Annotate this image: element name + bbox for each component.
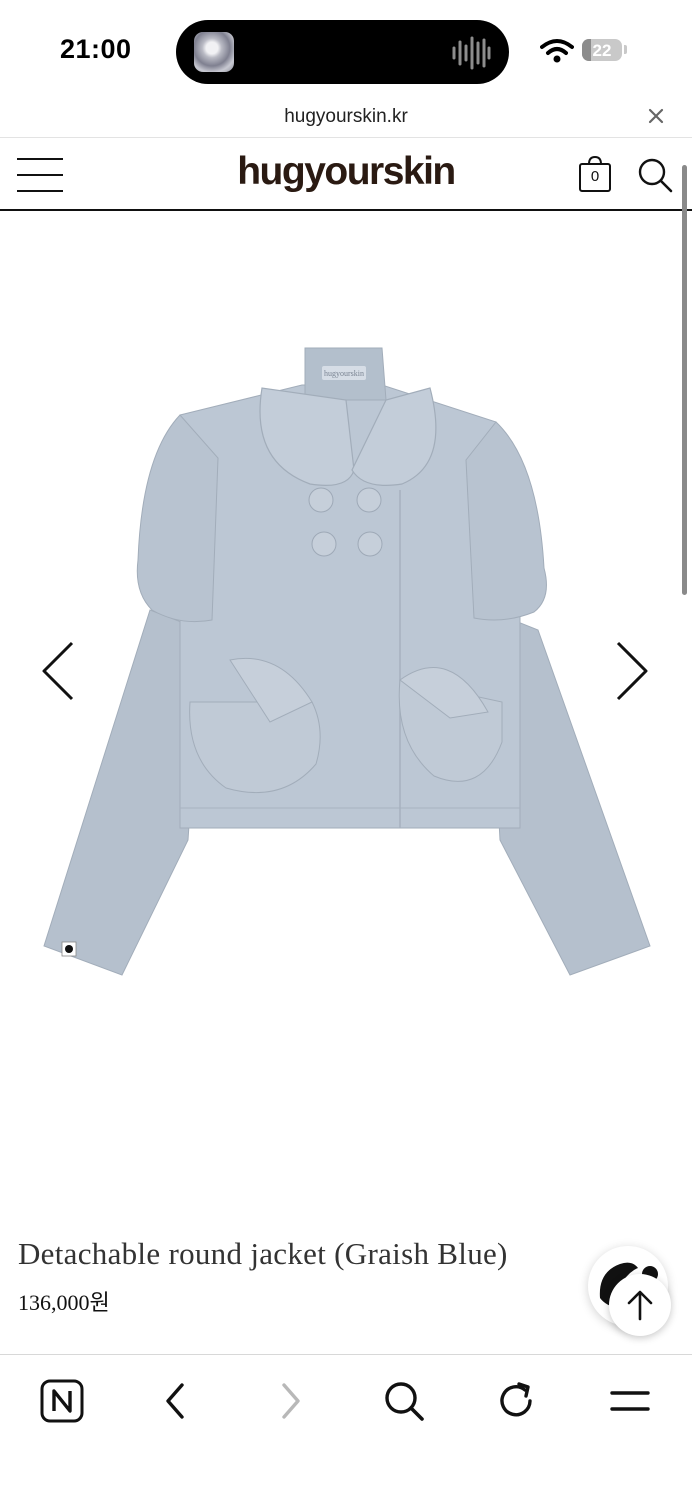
garment-label: hugyourskin (324, 369, 364, 378)
site-logo[interactable]: hugyourskin (160, 150, 532, 194)
scrollbar[interactable] (682, 165, 687, 595)
forward-icon[interactable] (264, 1375, 316, 1427)
url-divider (0, 137, 692, 138)
product-image[interactable]: hugyourskin (30, 330, 662, 990)
battery-percent: 22 (592, 41, 612, 60)
search-icon[interactable] (636, 156, 674, 194)
wifi-icon (540, 39, 574, 63)
shopping-bag-icon[interactable]: 0 (578, 155, 612, 193)
now-playing-artwork (194, 32, 234, 72)
dynamic-island[interactable] (176, 20, 509, 84)
url-address[interactable]: hugyourskin.kr (0, 106, 692, 128)
arrow-up-icon (627, 1290, 653, 1321)
product-name: Detachable round jacket (Graish Blue) (18, 1236, 508, 1271)
status-time: 21:00 (60, 34, 132, 64)
back-icon[interactable] (150, 1375, 202, 1427)
chevron-left-icon[interactable] (38, 640, 78, 702)
audio-waveform-icon (452, 36, 491, 70)
browser-menu-icon[interactable] (604, 1375, 656, 1427)
chevron-right-icon[interactable] (612, 640, 652, 702)
hamburger-menu-icon[interactable] (17, 158, 63, 192)
scroll-top-button[interactable] (609, 1274, 671, 1336)
battery-tip (624, 45, 627, 54)
close-icon[interactable] (644, 104, 668, 128)
search-icon[interactable] (378, 1375, 430, 1427)
product-price: 136,000원 (18, 1290, 110, 1315)
cart-count: 0 (590, 168, 600, 185)
header-divider (0, 209, 692, 211)
browser-toolbar (0, 1354, 692, 1501)
refresh-icon[interactable] (490, 1375, 542, 1427)
battery-indicator: 22 (582, 39, 622, 61)
naver-n-icon[interactable] (36, 1375, 88, 1427)
